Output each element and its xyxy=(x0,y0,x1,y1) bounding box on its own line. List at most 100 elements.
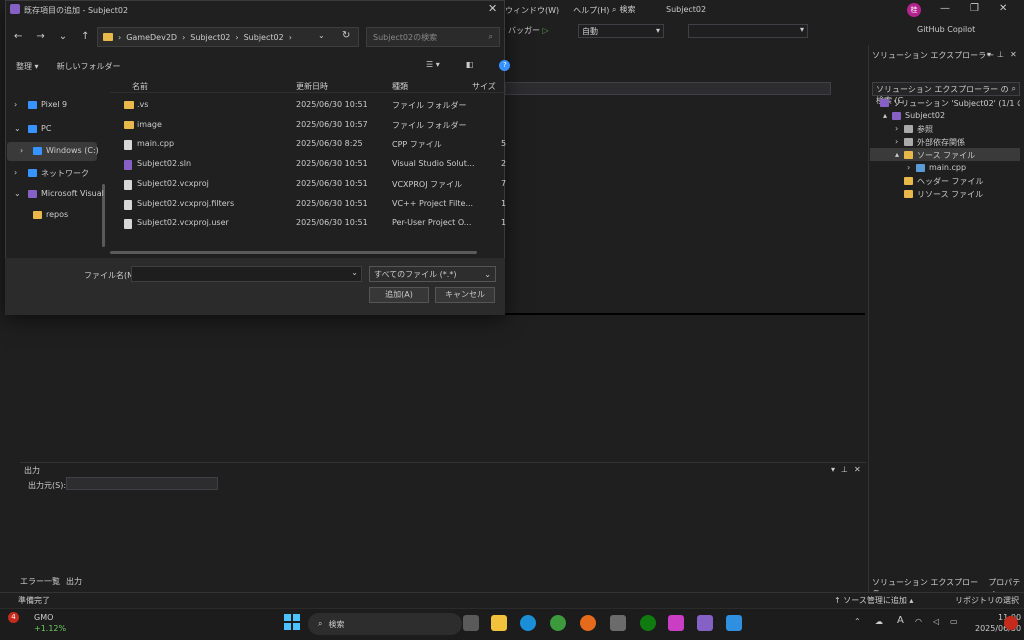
close-icon[interactable]: ✕ xyxy=(488,2,497,15)
dropdown-icon[interactable]: ▾ xyxy=(831,465,835,474)
tree-expander-icon[interactable]: ▴ xyxy=(883,111,887,120)
unity-icon[interactable] xyxy=(610,615,626,631)
preview-pane-icon[interactable]: ◧ xyxy=(466,60,474,71)
column-size[interactable]: サイズ xyxy=(472,81,496,92)
tree-item[interactable]: ソース ファイル xyxy=(917,150,975,161)
play-icon[interactable]: ▷ xyxy=(543,26,549,35)
minimize-icon[interactable]: — xyxy=(940,3,950,14)
edge-icon[interactable] xyxy=(520,615,536,631)
dropdown-icon[interactable]: ▾ xyxy=(987,50,991,59)
menu-window[interactable]: ウィンドウ(W) xyxy=(505,5,559,16)
bottom-tabs: エラー一覧 出力 xyxy=(20,576,82,587)
ime-indicator[interactable]: A xyxy=(897,615,904,626)
breadcrumb-sep-icon: › xyxy=(118,32,122,42)
sidebar-item[interactable]: Microsoft Visual xyxy=(41,189,104,198)
chevron-down-icon[interactable]: ⌄ xyxy=(59,31,67,42)
dialog-search-input[interactable]: Subject02の検索 ⌕ xyxy=(366,27,500,47)
divider xyxy=(505,313,865,315)
tab-output[interactable]: 出力 xyxy=(66,576,82,587)
forward-icon[interactable]: → xyxy=(36,31,44,42)
column-name[interactable]: 名前 xyxy=(132,81,148,92)
taskbar-search[interactable]: ⌕ 検索 xyxy=(308,613,462,635)
menu-help[interactable]: ヘルプ(H) xyxy=(573,5,609,16)
tree-item[interactable]: 外部依存関係 xyxy=(917,137,965,148)
vs-search-button[interactable]: ⌕ 検索 xyxy=(612,4,635,15)
avatar[interactable]: 桂 xyxy=(907,3,921,17)
xbox-icon[interactable] xyxy=(640,615,656,631)
visual-studio-icon[interactable] xyxy=(697,615,713,631)
file-explorer-icon[interactable] xyxy=(491,615,507,631)
output-source-dropdown[interactable] xyxy=(66,477,218,490)
cloud-icon[interactable]: ☁ xyxy=(875,617,883,626)
chevron-right-icon[interactable]: › xyxy=(14,100,17,109)
back-icon[interactable]: ← xyxy=(14,31,22,42)
copilot-button[interactable]: GitHub Copilot xyxy=(917,25,975,34)
chrome-icon[interactable] xyxy=(550,615,566,631)
new-folder-button[interactable]: 新しいフォルダー xyxy=(57,61,121,72)
view-mode-icon[interactable]: ☰ ▾ xyxy=(426,60,440,71)
volume-icon[interactable]: ◁ xyxy=(933,617,939,626)
filename-input[interactable]: ⌄ xyxy=(131,266,362,282)
tab-error-list[interactable]: エラー一覧 xyxy=(20,576,60,587)
chevron-right-icon[interactable]: › xyxy=(20,146,23,155)
pin-icon[interactable]: ⊥ xyxy=(841,465,848,474)
editor-nav-dropdown[interactable] xyxy=(505,82,831,95)
chevron-down-icon: ⌄ xyxy=(484,269,491,279)
add-button[interactable]: 追加(A) xyxy=(369,287,429,303)
tree-expander-icon[interactable]: › xyxy=(895,124,898,133)
tree-item[interactable]: リソース ファイル xyxy=(917,189,983,200)
tree-item[interactable]: main.cpp xyxy=(929,163,966,172)
close-icon[interactable]: ✕ xyxy=(854,465,861,474)
battery-icon[interactable]: ▭ xyxy=(950,617,958,626)
wifi-icon[interactable]: ◠ xyxy=(915,617,922,626)
sidebar-item[interactable]: ネットワーク xyxy=(41,168,89,179)
chevron-down-icon[interactable]: ⌄ xyxy=(318,31,325,40)
debugger-label[interactable]: バッガー ▷ xyxy=(508,25,549,36)
solution-explorer-panel xyxy=(868,45,1024,592)
chevron-down-icon[interactable]: ⌄ xyxy=(14,124,21,133)
notification-icon[interactable] xyxy=(1004,616,1018,630)
vs-search-label: 検索 xyxy=(619,5,636,14)
task-view-icon[interactable] xyxy=(463,615,479,631)
breadcrumb-gamedev2d[interactable]: GameDev2D xyxy=(126,33,177,42)
target-dropdown[interactable]: ▾ xyxy=(688,24,808,38)
refresh-icon[interactable]: ↻ xyxy=(342,30,350,41)
sidebar-item[interactable]: Windows (C:) xyxy=(46,146,99,155)
tree-item[interactable]: Subject02 xyxy=(905,111,945,120)
help-icon[interactable]: ? xyxy=(499,60,511,71)
solution-search-input[interactable]: ソリューション エクスプローラー の検索 (C ⌕ xyxy=(872,82,1020,105)
up-icon[interactable]: ↑ xyxy=(81,31,89,42)
tree-item[interactable]: ヘッダー ファイル xyxy=(917,176,984,187)
config-dropdown[interactable]: 自動 ▾ xyxy=(578,24,664,38)
close-icon[interactable]: ✕ xyxy=(999,3,1007,14)
close-icon[interactable]: ✕ xyxy=(1010,50,1017,59)
sidebar-item[interactable]: Pixel 9 xyxy=(41,100,67,109)
maximize-icon[interactable]: ❐ xyxy=(970,3,979,14)
tree-item[interactable]: ソリューション 'Subject02' (1/1 のプロジェ xyxy=(893,98,1020,109)
windows-start-icon[interactable] xyxy=(284,614,300,630)
sidebar-item[interactable]: PC xyxy=(41,124,51,133)
copilot-app-icon[interactable] xyxy=(668,615,684,631)
column-date[interactable]: 更新日時 xyxy=(296,81,328,92)
tree-expander-icon[interactable]: › xyxy=(895,137,898,146)
column-type[interactable]: 種類 xyxy=(392,81,408,92)
cancel-button[interactable]: キャンセル xyxy=(435,287,495,303)
filetype-dropdown[interactable]: すべてのファイル (*.*) ⌄ xyxy=(369,266,496,282)
organize-button[interactable]: 整理 ▾ xyxy=(16,61,39,72)
stock-widget[interactable]: GMO xyxy=(20,613,53,622)
pin-icon[interactable]: ⊥ xyxy=(997,50,1004,59)
chevron-down-icon[interactable]: ⌄ xyxy=(14,189,21,198)
source-control-button[interactable]: ↑ ソース管理に追加 ▴ xyxy=(834,595,913,606)
chevron-up-icon[interactable]: ⌃ xyxy=(854,617,861,626)
tree-expander-icon[interactable]: › xyxy=(907,163,910,172)
vscode-icon[interactable] xyxy=(726,615,742,631)
chevron-down-icon[interactable]: ⌄ xyxy=(351,268,358,277)
chevron-right-icon[interactable]: › xyxy=(14,168,17,177)
firefox-icon[interactable] xyxy=(580,615,596,631)
tree-expander-icon[interactable]: ▴ xyxy=(895,150,899,159)
breadcrumb-subject02-inner[interactable]: Subject02 xyxy=(244,33,284,42)
horizontal-scrollbar[interactable] xyxy=(110,251,477,254)
tree-item[interactable]: 参照 xyxy=(917,124,933,135)
breadcrumb-subject02[interactable]: Subject02 xyxy=(190,33,230,42)
sidebar-item[interactable]: repos xyxy=(46,210,68,219)
